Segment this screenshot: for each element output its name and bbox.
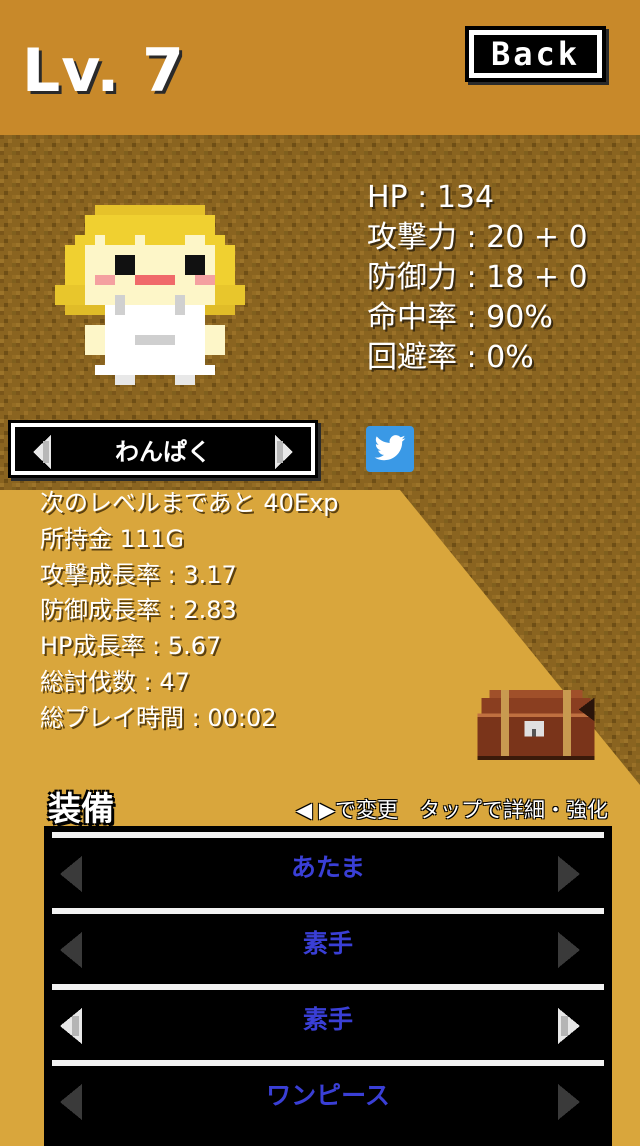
info-play-time: 総プレイ時間 : 00:02 [40, 703, 277, 732]
info-defense-growth: 防御成長率 : 2.83 [40, 596, 237, 625]
arrow-left-icon[interactable] [56, 1006, 86, 1046]
back-button[interactable]: Back [465, 26, 606, 82]
equip-slot-body[interactable]: ワンピース [44, 1060, 612, 1128]
arrow-left-icon[interactable] [29, 433, 55, 471]
personality-selector-inner: わんぱく [15, 427, 311, 471]
equip-slot-label: 素手 [302, 929, 353, 958]
equipment-hint: ◀ ▶で変更 タップで詳細・強化 [296, 798, 608, 822]
row-divider [52, 984, 604, 990]
stat-hp: HP : 134 [367, 180, 495, 215]
info-hp-growth: HP成長率 : 5.67 [40, 632, 222, 661]
row-divider [52, 908, 604, 914]
equip-slot-label: 素手 [302, 1005, 353, 1034]
treasure-chest-icon[interactable] [476, 690, 596, 760]
character-sprite [55, 205, 245, 385]
stat-defense: 防御力 : 18 + 0 [367, 260, 588, 295]
arrow-right-icon[interactable] [554, 930, 584, 970]
stats-panel: HP : 134 攻撃力 : 20 + 0 防御力 : 18 + 0 命中率 :… [367, 178, 588, 378]
header-bar: Lv. 7 Back [0, 0, 640, 135]
equip-slot-label: ワンピース [266, 1081, 390, 1110]
level-label: Lv. 7 [22, 36, 185, 106]
equip-slot-head[interactable]: あたま [44, 832, 612, 900]
equip-slot-weapon[interactable]: 素手 [44, 908, 612, 976]
equip-slot-offhand[interactable]: 素手 [44, 984, 612, 1052]
personality-selector: わんぱく [8, 420, 318, 478]
arrow-left-icon[interactable] [56, 1082, 86, 1122]
back-button-label: Back [474, 35, 597, 73]
personality-label: わんぱく [115, 437, 211, 466]
info-total-kills: 総討伐数 : 47 [40, 667, 190, 696]
arrow-right-icon[interactable] [271, 433, 297, 471]
arrow-left-icon[interactable] [56, 854, 86, 894]
arrow-right-icon[interactable] [554, 1082, 584, 1122]
twitter-icon [374, 435, 406, 461]
info-panel: 次のレベルまであと 40Exp 所持金 111G 攻撃成長率 : 3.17 防御… [40, 486, 339, 737]
stat-evasion: 回避率 : 0% [367, 340, 534, 375]
equip-slot-label: あたま [290, 853, 366, 882]
row-divider [52, 832, 604, 838]
arrow-right-icon[interactable] [554, 1006, 584, 1046]
stat-attack: 攻撃力 : 20 + 0 [367, 220, 588, 255]
arrow-left-icon[interactable] [56, 930, 86, 970]
info-next-level: 次のレベルまであと 40Exp [40, 489, 339, 517]
stat-accuracy: 命中率 : 90% [367, 300, 553, 335]
row-divider [52, 1060, 604, 1066]
twitter-share-button[interactable] [366, 426, 414, 472]
equipment-title: 装備 [48, 789, 114, 828]
equipment-list: あたま 素手 素手 ワンピース [44, 826, 612, 1146]
info-attack-growth: 攻撃成長率 : 3.17 [40, 560, 237, 589]
info-gold: 所持金 111G [40, 524, 185, 553]
arrow-right-icon[interactable] [554, 854, 584, 894]
